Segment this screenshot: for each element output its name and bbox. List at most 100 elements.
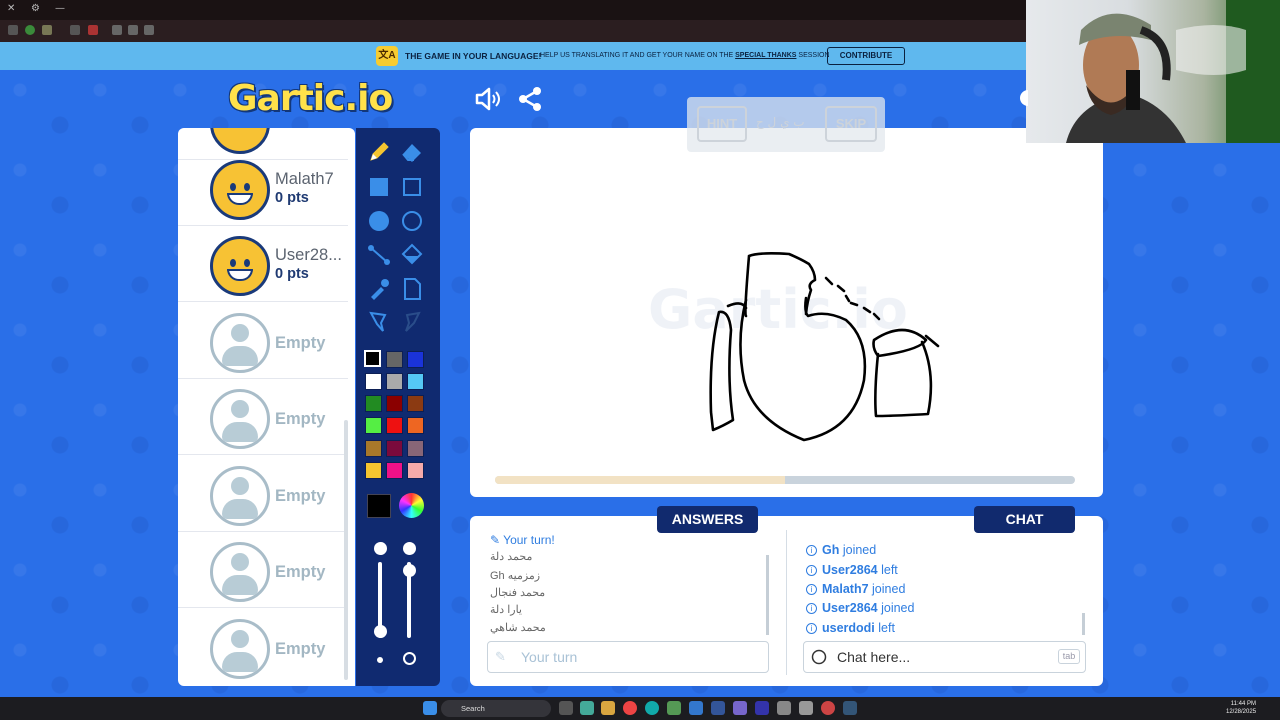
eyedropper-icon[interactable]: [366, 276, 392, 302]
answer-item: محمد شاهي: [490, 622, 546, 634]
gartic-logo[interactable]: Gartic.io: [228, 78, 393, 119]
answers-scrollbar[interactable]: [766, 555, 769, 635]
eraser-icon[interactable]: [399, 139, 425, 165]
app-icon[interactable]: [821, 701, 835, 715]
color-swatch-light-pink[interactable]: [407, 462, 424, 479]
hint-button[interactable]: HINT: [697, 106, 747, 142]
chat-item: i Gh joined: [806, 543, 876, 557]
app-icon[interactable]: [733, 701, 747, 715]
close-icon[interactable]: ✕: [7, 3, 15, 14]
app-icon[interactable]: [777, 701, 791, 715]
app-icon[interactable]: [667, 701, 681, 715]
color-swatch-yellow[interactable]: [365, 462, 382, 479]
avatar: [210, 160, 270, 220]
extension-icon[interactable]: [42, 25, 52, 35]
brush-disabled-icon: [405, 311, 421, 332]
sidebar-icon[interactable]: [144, 25, 154, 35]
color-swatch-maroon[interactable]: [386, 440, 403, 457]
chat-item: i User2864 joined: [806, 601, 914, 615]
chat-scrollbar[interactable]: [1082, 613, 1085, 635]
color-swatch-black[interactable]: [364, 350, 381, 367]
pencil-icon[interactable]: [366, 139, 392, 165]
tab-icon[interactable]: [70, 25, 80, 35]
share-icon[interactable]: [517, 86, 543, 112]
info-icon: i: [806, 623, 817, 634]
player-name: Empty: [275, 410, 326, 428]
players-scrollbar[interactable]: [344, 420, 348, 680]
color-swatch-light-blue[interactable]: [407, 373, 424, 390]
time-progress-bar: [495, 476, 1075, 484]
player-points: 0 pts: [275, 190, 309, 206]
opacity-slider-knob[interactable]: [403, 564, 416, 577]
color-swatch-red[interactable]: [386, 417, 403, 434]
sound-icon[interactable]: [474, 86, 502, 112]
app-icon[interactable]: [711, 701, 725, 715]
empty-avatar: [210, 619, 270, 679]
chat-item: i User2864 left: [806, 563, 898, 577]
chrome-icon[interactable]: [623, 701, 637, 715]
app-icon[interactable]: [799, 701, 813, 715]
color-swatch-green[interactable]: [365, 395, 382, 412]
menu-icon[interactable]: [8, 25, 18, 35]
banner-headline: THE GAME IN YOUR LANGUAGE!: [405, 51, 542, 61]
line-icon[interactable]: [366, 242, 392, 268]
task-view-icon[interactable]: [559, 701, 573, 715]
filled-rect-icon[interactable]: [366, 174, 392, 200]
opacity-slider-top: [403, 542, 416, 555]
color-swatch-blue[interactable]: [407, 351, 424, 368]
share-icon[interactable]: [128, 25, 138, 35]
color-swatch-tan[interactable]: [365, 440, 382, 457]
app-icon[interactable]: [689, 701, 703, 715]
settings-icon[interactable]: ⚙: [31, 3, 40, 14]
current-color: [367, 494, 391, 518]
edge-icon[interactable]: [645, 701, 659, 715]
color-swatch-gray[interactable]: [386, 351, 403, 368]
info-icon: i: [806, 545, 817, 556]
player-slot[interactable]: User28... 0 pts: [178, 226, 348, 302]
color-swatch-light-gray[interactable]: [386, 373, 403, 390]
color-swatch-white[interactable]: [365, 373, 382, 390]
empty-avatar: [210, 313, 270, 373]
taskbar-search[interactable]: Search: [441, 700, 551, 717]
info-icon: i: [806, 565, 817, 576]
player-name: User28...: [275, 246, 342, 264]
chat-list: i Gh joined i User2864 left i Malath7 joine…: [806, 528, 1076, 638]
pencil-icon: ✎: [490, 533, 504, 547]
chat-input[interactable]: Chat here...: [803, 641, 1086, 673]
empty-avatar: [210, 466, 270, 526]
circle-icon[interactable]: [399, 208, 425, 234]
color-swatch-orange[interactable]: [407, 417, 424, 434]
page-icon[interactable]: [399, 276, 425, 302]
color-swatch-lime[interactable]: [365, 417, 382, 434]
contribute-button[interactable]: CONTRIBUTE: [827, 47, 905, 65]
color-swatch-dark-red[interactable]: [386, 395, 403, 412]
color-swatch-pink[interactable]: [386, 462, 403, 479]
extension-icon[interactable]: [25, 25, 35, 35]
filled-circle-icon[interactable]: [366, 208, 392, 234]
pencil-icon: ✎: [495, 649, 506, 664]
extension-icon[interactable]: [88, 25, 98, 35]
player-name: Empty: [275, 334, 326, 352]
answer-input[interactable]: Your turn: [487, 641, 769, 673]
color-swatch-mauve[interactable]: [407, 440, 424, 457]
minimize-icon[interactable]: —: [55, 3, 65, 14]
player-name: Malath7: [275, 170, 334, 188]
app-icon[interactable]: [755, 701, 769, 715]
widgets-icon[interactable]: [580, 701, 594, 715]
opacity-min-icon: [403, 652, 416, 665]
windows-start-icon[interactable]: [423, 701, 437, 715]
file-explorer-icon[interactable]: [601, 701, 615, 715]
color-swatch-brown[interactable]: [407, 395, 424, 412]
player-name: Empty: [275, 563, 326, 581]
color-picker-icon[interactable]: [399, 493, 424, 518]
star-icon[interactable]: [112, 25, 122, 35]
fill-icon[interactable]: [399, 242, 425, 268]
size-slider-knob[interactable]: [374, 625, 387, 638]
taskbar-clock: 11:44 PM 12/28/2025: [1226, 701, 1257, 715]
player-slot[interactable]: Malath7 0 pts: [178, 150, 348, 226]
brush-icon[interactable]: [366, 309, 392, 335]
rect-icon[interactable]: [399, 174, 425, 200]
webcam-person: [1066, 0, 1280, 143]
app-icon[interactable]: [843, 701, 857, 715]
skip-button[interactable]: SKIP: [825, 106, 877, 142]
